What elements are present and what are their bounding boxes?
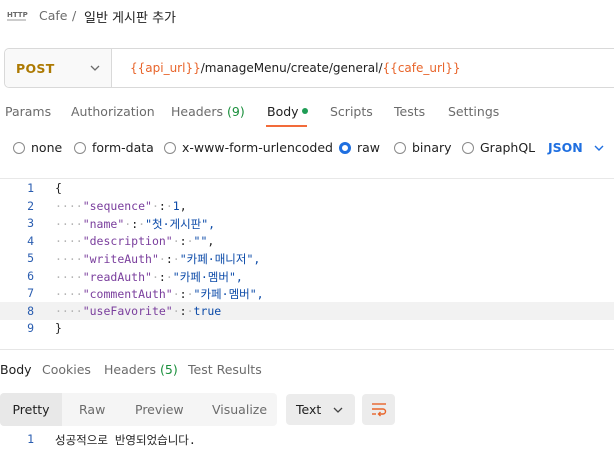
code-text: ····"useFavorite"·:·true <box>55 303 222 318</box>
tab-params[interactable]: Params <box>5 104 51 119</box>
url-variable-api-url: {{api_url}} <box>130 61 201 75</box>
tab-headers-label: Headers <box>171 104 224 119</box>
breadcrumb-parent[interactable]: Cafe <box>39 8 67 23</box>
response-headers-count-badge: (5) <box>160 362 178 377</box>
view-pretty-button[interactable]: Pretty <box>0 393 62 426</box>
response-body-text: 성공적으로 반영되었습니다. <box>55 433 196 447</box>
radio-label: GraphQL <box>480 140 536 155</box>
line-number: 4 <box>27 233 34 248</box>
radio-label: none <box>31 140 63 155</box>
wrap-lines-icon <box>372 403 387 417</box>
breadcrumb: HTTP Cafe / 일반 게시판 추가 <box>0 0 614 34</box>
tab-cookies[interactable]: Cookies <box>42 362 91 377</box>
radio-raw[interactable]: raw <box>339 140 380 155</box>
view-preview-button[interactable]: Preview <box>135 393 184 426</box>
svg-text:HTTP: HTTP <box>7 11 28 19</box>
line-number: 3 <box>27 216 34 230</box>
radio-circle <box>462 141 474 154</box>
headers-count-badge: (9) <box>227 104 245 119</box>
code-text: ····"sequence"·:·1, <box>55 198 187 213</box>
tab-body-label: Body <box>267 104 299 119</box>
code-text: { <box>55 181 62 195</box>
tab-body[interactable]: Body <box>267 104 308 119</box>
editor-line: 3 ····"name"·:·"첫·게시판", <box>0 214 614 232</box>
chevron-down-icon <box>333 407 343 413</box>
tab-response-headers-label: Headers <box>104 362 157 377</box>
view-visualize-button[interactable]: Visualize <box>212 393 267 426</box>
editor-line: 4 ····"description"·:·"", <box>0 232 614 250</box>
wrap-lines-button[interactable] <box>362 394 395 425</box>
http-request-icon: HTTP <box>7 11 28 21</box>
line-number: 2 <box>27 198 34 213</box>
tab-response-body[interactable]: Body <box>0 362 32 377</box>
language-select[interactable]: JSON <box>548 140 583 155</box>
chevron-down-icon[interactable] <box>593 142 605 154</box>
code-text: ····"name"·:·"첫·게시판", <box>55 217 216 231</box>
response-body-line: 1 성공적으로 반영되었습니다. <box>0 430 614 448</box>
radio-circle <box>394 141 406 154</box>
code-text: ····"writeAuth"·:·"카페·매니저", <box>55 252 261 266</box>
line-number: 7 <box>27 286 34 300</box>
radio-label: raw <box>357 140 381 155</box>
radio-none[interactable]: none <box>13 140 62 155</box>
url-path: /manageMenu/create/general/ <box>200 61 383 75</box>
method-label: POST <box>16 61 55 76</box>
tab-authorization[interactable]: Authorization <box>71 104 155 119</box>
line-number: 9 <box>27 321 34 335</box>
url-variable-cafe-url: {{cafe_url}} <box>382 61 461 75</box>
tab-headers[interactable]: Headers (9) <box>171 104 245 119</box>
editor-line: 6 ····"readAuth"·:·"카페·멤버", <box>0 267 614 285</box>
pane-divider[interactable] <box>0 349 614 350</box>
tab-test-results[interactable]: Test Results <box>188 362 262 377</box>
radio-urlencoded[interactable]: x-www-form-urlencoded <box>164 140 333 155</box>
url-input[interactable]: {{api_url}}/manageMenu/create/general/{{… <box>130 61 461 75</box>
line-number: 6 <box>27 268 34 283</box>
tab-response-headers[interactable]: Headers (5) <box>104 362 178 377</box>
response-format-select[interactable]: Text <box>286 394 355 425</box>
code-text: ····"description"·:·"", <box>55 233 215 248</box>
line-number: 1 <box>27 432 34 446</box>
radio-form-data[interactable]: form-data <box>74 140 154 155</box>
chevron-down-icon <box>90 65 100 71</box>
radio-graphql[interactable]: GraphQL <box>462 140 535 155</box>
editor-line: 5 ····"writeAuth"·:·"카페·매니저", <box>0 249 614 267</box>
body-editor[interactable]: 1 { 2 ····"sequence"·:·1, 3 ····"name"·:… <box>0 178 614 343</box>
line-number: 8 <box>27 303 34 318</box>
radio-circle <box>13 141 25 154</box>
code-text: ····"commentAuth"·:·"카페·멤버", <box>55 287 264 301</box>
view-raw-button[interactable]: Raw <box>79 393 105 426</box>
line-number: 1 <box>27 181 34 195</box>
editor-line: 7 ····"commentAuth"·:·"카페·멤버", <box>0 284 614 302</box>
editor-line: 9 } <box>0 319 614 337</box>
editor-line-active: 8 ····"useFavorite"·:·true <box>0 301 614 320</box>
editor-line: 1 { <box>0 179 614 197</box>
response-view-toggle: Pretty Raw Preview Visualize <box>0 393 277 426</box>
tab-tests[interactable]: Tests <box>394 104 425 119</box>
request-title[interactable]: 일반 게시판 추가 <box>84 7 176 26</box>
body-status-dot <box>301 108 308 114</box>
radio-circle <box>164 141 176 154</box>
code-text: ····"readAuth"·:·"카페·멤버", <box>55 269 243 284</box>
radio-binary[interactable]: binary <box>394 140 452 155</box>
format-label: Text <box>296 402 322 417</box>
active-tab-indicator <box>266 125 307 127</box>
breadcrumb-separator: / <box>72 8 77 23</box>
radio-label: x-www-form-urlencoded <box>182 140 333 155</box>
radio-circle <box>74 141 86 154</box>
radio-label: form-data <box>92 140 154 155</box>
tab-settings[interactable]: Settings <box>448 104 499 119</box>
code-text: } <box>55 321 62 335</box>
request-url-bar: POST {{api_url}}/manageMenu/create/gener… <box>4 48 614 88</box>
radio-label: binary <box>412 140 452 155</box>
tab-scripts[interactable]: Scripts <box>330 104 373 119</box>
editor-line: 2 ····"sequence"·:·1, <box>0 197 614 215</box>
method-select[interactable]: POST <box>5 49 112 87</box>
radio-circle-selected <box>339 141 351 154</box>
line-number: 5 <box>27 251 34 265</box>
